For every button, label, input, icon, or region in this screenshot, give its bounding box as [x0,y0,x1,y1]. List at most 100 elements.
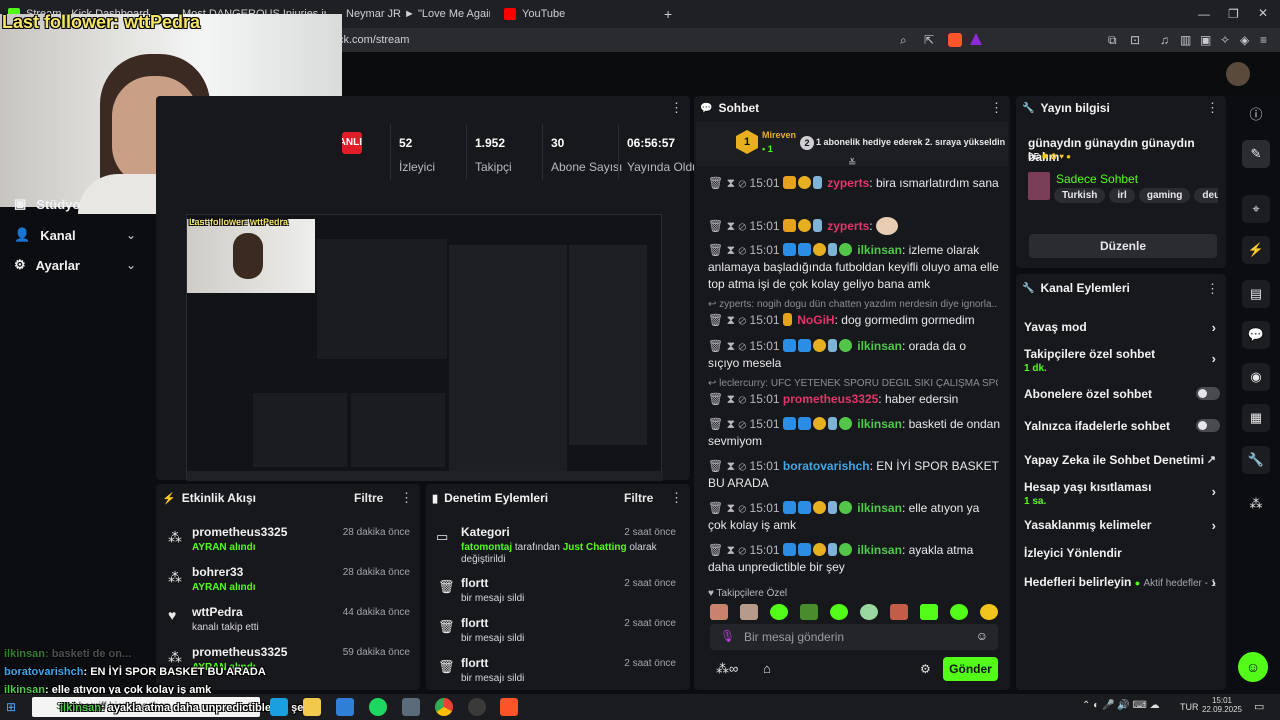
media-icon[interactable]: ♫ [1160,33,1169,47]
tag[interactable]: deutsc [1194,188,1218,203]
chat-username[interactable]: ilkinsan [857,501,902,515]
delete-icon[interactable]: 🗑 [708,417,723,431]
sidebar-toggle-icon[interactable]: ▥ [1180,33,1191,47]
emote-icon[interactable] [830,604,848,620]
tab-neymar[interactable]: Neymar JR ► "Love Me Again" - Joh... [340,4,490,24]
timeout-icon[interactable]: ⧗ [727,459,735,473]
activity-filter-button[interactable]: Filtre [354,491,383,505]
emote-icon[interactable] [740,604,758,620]
ban-icon[interactable]: ⊘ [738,459,746,473]
brave-icon[interactable] [500,698,518,716]
collapse-icon[interactable]: ≚ [848,158,856,169]
delete-icon[interactable]: 🗑 [708,243,723,257]
edge-icon[interactable] [270,698,288,716]
delete-icon[interactable]: 🗑 [708,219,723,233]
emote-icon[interactable] [800,604,818,620]
calculator-icon[interactable] [402,698,420,716]
wrench-icon[interactable]: 🔧 [1242,446,1270,474]
ban-icon[interactable]: ⊘ [738,339,746,353]
more-options-icon[interactable]: ⋮ [1206,100,1219,116]
more-options-icon[interactable]: ⋮ [670,100,683,116]
avatar[interactable] [1226,62,1250,86]
chat-icon[interactable]: 💬 [1242,321,1270,349]
mail-icon[interactable] [336,698,354,716]
chat-settings-icon[interactable]: ⚙ [920,662,931,676]
timeout-icon[interactable]: ⧗ [727,243,735,257]
document-icon[interactable]: ▤ [1242,280,1270,308]
timeout-icon[interactable]: ⧗ [727,501,735,515]
search-icon[interactable]: ⌕ [900,33,907,48]
emotes-only-toggle[interactable] [1196,419,1220,432]
host-row[interactable]: İzleyici Yönlendir [1024,546,1220,560]
notification-icon[interactable]: ▭ [1254,700,1264,713]
wallet-icon[interactable]: ▣ [1200,33,1211,47]
new-tab-button[interactable]: + [664,4,672,24]
points-icon[interactable]: ⁂∞ [716,661,738,677]
tray-icons[interactable]: ⌃ ◐ 🎤 🔊 ⌨ ☁ [1082,700,1160,711]
menu-icon[interactable]: ≡ [1260,33,1267,47]
more-options-icon[interactable]: ⋮ [400,490,413,506]
chat-username[interactable]: NoGiH [797,313,834,327]
ban-icon[interactable]: ⊘ [738,176,746,190]
timeout-icon[interactable]: ⧗ [727,339,735,353]
tag[interactable]: gaming [1138,188,1191,203]
windows-start-icon[interactable]: ⊞ [6,700,16,714]
account-age-row[interactable]: Hesap yaşı kısıtlaması 1 sa. › [1024,480,1220,507]
emote-icon[interactable] [890,604,908,620]
ai-moderation-row[interactable]: Yapay Zeka ile Sohbet Denetimi ↗ [1024,453,1220,467]
spotify-icon[interactable] [369,698,387,716]
chat-username[interactable]: ilkinsan [857,417,902,431]
chrome-icon[interactable] [435,698,453,716]
edit-button[interactable]: Düzenle [1029,234,1217,258]
tag[interactable]: Turkish [1054,188,1106,203]
obs-icon[interactable] [468,698,486,716]
emote-icon[interactable] [950,604,968,620]
timeout-icon[interactable]: ⧗ [727,392,735,406]
reply-preview[interactable]: ↩ zyperts: nogih dogu dün chatten yazdım… [708,299,998,310]
store-icon[interactable]: ⌂ [763,661,771,676]
emote-icon[interactable] [980,604,998,620]
close-icon[interactable]: ✕ [1258,6,1268,20]
ban-icon[interactable]: ⊘ [738,543,746,557]
delete-icon[interactable]: 🗑 [708,501,723,515]
support-chat-button[interactable]: ☺ [1238,652,1268,682]
chevron-down-icon[interactable]: ⌄ [126,228,136,242]
timeout-icon[interactable]: ⧗ [727,543,735,557]
delete-icon[interactable]: 🗑 [708,313,723,327]
emote-icon[interactable] [710,604,728,620]
ban-icon[interactable]: ⊘ [738,417,746,431]
ban-icon[interactable]: ⊘ [738,501,746,515]
emote-icon[interactable] [770,604,788,620]
url-input[interactable]: kick.com/stream [330,31,990,49]
emoji-icon[interactable]: ☺ [976,629,988,643]
lightning-icon[interactable]: ⚡ [1242,236,1270,264]
delete-icon[interactable]: 🗑 [708,176,723,190]
share-icon[interactable]: ⇱ [924,33,934,47]
nav-channel[interactable]: 👤 Kanal [14,227,76,243]
more-options-icon[interactable]: ⋮ [990,100,1003,116]
screenshot-icon[interactable]: ⊡ [1130,33,1140,47]
ban-icon[interactable]: ⊘ [738,392,746,406]
brave-shield-icon[interactable] [948,33,962,47]
broadcast-icon[interactable]: ◉ [1242,363,1270,391]
chevron-down-icon[interactable]: ⌄ [126,258,136,272]
chat-username[interactable]: ilkinsan [857,339,902,353]
maximize-icon[interactable]: ❐ [1228,7,1239,21]
focus-icon[interactable]: ⌖ [1242,195,1270,223]
more-options-icon[interactable]: ⋮ [670,490,683,506]
emote-icon[interactable] [860,604,878,620]
tab-youtube[interactable]: YouTube [504,4,644,24]
reply-preview[interactable]: ↩ leclercurry: UFC YETENEK SPORU DEĞİL S… [708,378,998,389]
followers-only-row[interactable]: Takipçilere özel sohbet 1 dk. › [1024,347,1220,374]
slow-mode-row[interactable]: Yavaş mod › [1024,320,1220,335]
ban-icon[interactable]: ⊘ [738,219,746,233]
category-name[interactable]: Sadece Sohbet [1056,172,1138,186]
folder-icon[interactable] [303,698,321,716]
kick-points-icon[interactable]: ⁂ [1242,490,1270,518]
delete-icon[interactable]: 🗑 [708,339,723,353]
delete-icon[interactable]: 🗑 [708,392,723,406]
chat-username[interactable]: prometheus3325 [783,392,878,406]
layout-icon[interactable]: ▦ [1242,404,1270,432]
moderation-filter-button[interactable]: Filtre [624,491,653,505]
microphone-icon[interactable]: 🎙 [720,629,735,643]
